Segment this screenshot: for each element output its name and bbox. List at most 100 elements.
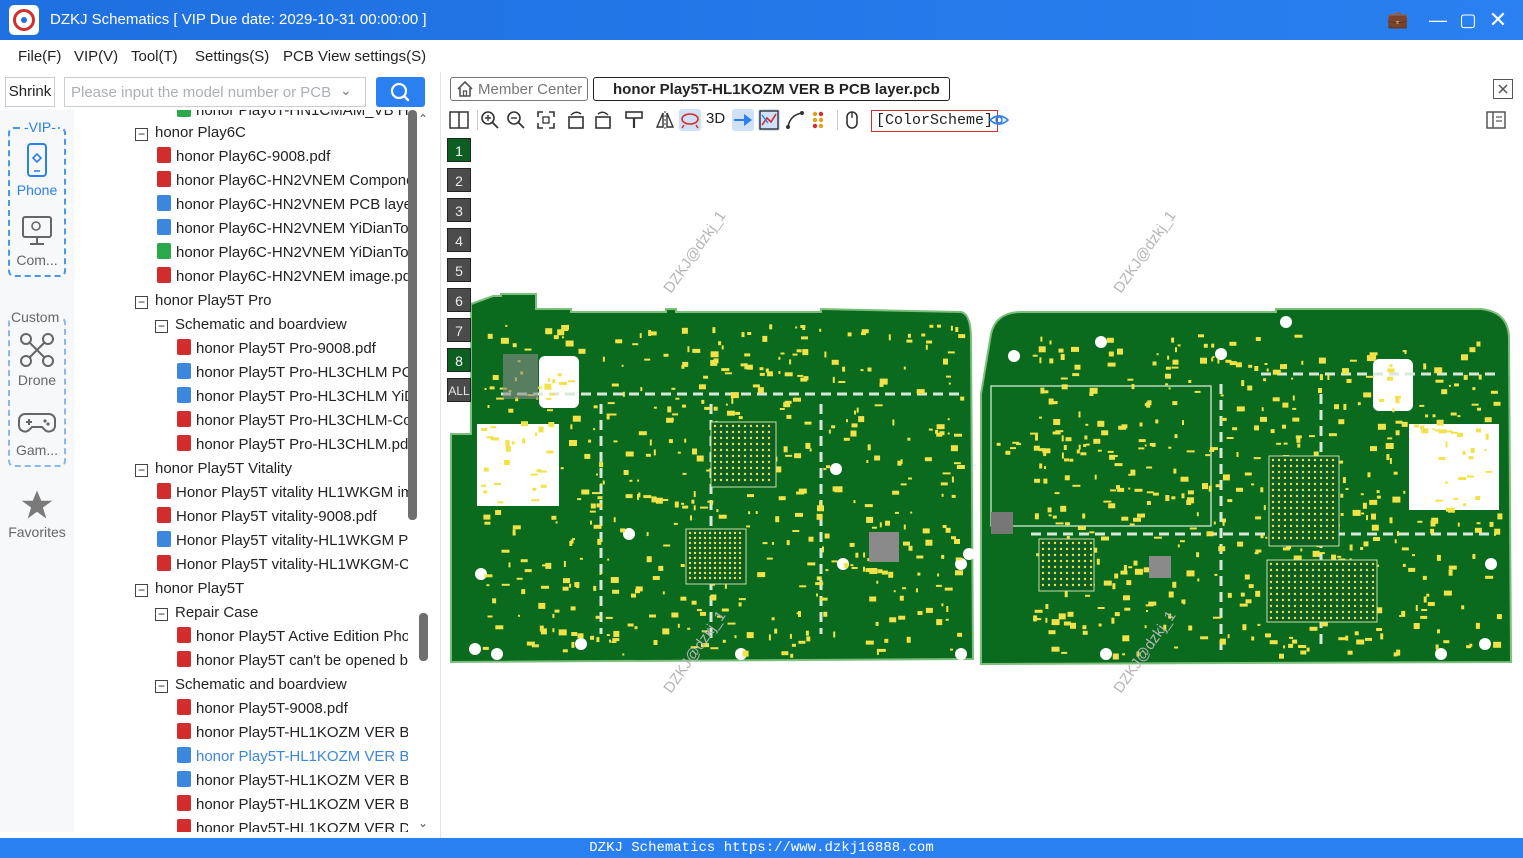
close-tabs-icon[interactable] bbox=[1493, 79, 1513, 99]
split-view-icon[interactable] bbox=[448, 109, 470, 131]
paint-brush-icon[interactable] bbox=[623, 109, 645, 131]
collapse-toggle-icon[interactable]: − bbox=[155, 680, 168, 693]
maximize-button[interactable]: ▢ bbox=[1456, 8, 1480, 32]
tree-file[interactable]: honor Play5T Pro-HL3CHLM PCB bbox=[177, 362, 408, 386]
collapse-toggle-icon[interactable]: − bbox=[155, 320, 168, 333]
category-favorites[interactable]: Favorites bbox=[4, 488, 70, 540]
tree-file[interactable]: honor Play5T-HL1KOZM VER B bbox=[177, 722, 408, 746]
tree-file[interactable]: honor Play6C-HN2VNEM Component bbox=[157, 170, 408, 194]
tree-folder[interactable]: − Schematic and boardview bbox=[155, 314, 347, 338]
fit-view-icon[interactable] bbox=[535, 109, 557, 131]
minimize-button[interactable]: — bbox=[1426, 8, 1450, 32]
tree-file[interactable]: honor Play5T Pro-HL3CHLM YiDian bbox=[177, 386, 408, 410]
layer-button-3[interactable]: 3 bbox=[447, 198, 471, 222]
zoom-in-icon[interactable] bbox=[479, 109, 501, 131]
menu-vip[interactable]: VIP(V) bbox=[74, 48, 118, 65]
menu-tool[interactable]: Tool(T) bbox=[131, 48, 178, 65]
tree-file[interactable]: honor Play6C-HN2VNEM YiDianTong bbox=[157, 218, 408, 242]
tree-folder[interactable]: − honor Play5T Pro bbox=[135, 290, 271, 314]
mirror-icon[interactable] bbox=[654, 109, 676, 131]
layer-button-1[interactable]: 1 bbox=[447, 138, 471, 162]
tree-folder[interactable]: − honor Play5T bbox=[135, 578, 244, 602]
dot-grid-icon[interactable] bbox=[810, 109, 832, 131]
tree-file[interactable]: honor Play5T-HL1KOZM VER B bbox=[177, 794, 408, 818]
search-button[interactable] bbox=[376, 77, 425, 107]
tree-file[interactable]: honor Play6C-HN2VNEM PCB layer bbox=[157, 194, 408, 218]
tree-folder[interactable]: − honor Play6C bbox=[135, 122, 246, 146]
layer-button-7[interactable]: 7 bbox=[447, 318, 471, 342]
tree-file[interactable]: honor Play5T-HL1KOZM VER B bbox=[177, 770, 408, 794]
menu-file[interactable]: File(F) bbox=[18, 48, 61, 65]
flip-board-icon[interactable] bbox=[679, 109, 701, 131]
category-computer[interactable]: Com... bbox=[8, 210, 66, 268]
layer-button-all[interactable]: ALL bbox=[447, 378, 471, 402]
category-phone[interactable]: Phone bbox=[8, 140, 66, 198]
menu-pcb-view-settings[interactable]: PCB View settings(S) bbox=[283, 48, 426, 65]
collapse-toggle-icon[interactable]: − bbox=[135, 296, 148, 309]
close-button[interactable]: ✕ bbox=[1486, 8, 1510, 32]
search-field[interactable]: ⌄ bbox=[64, 77, 366, 107]
tree-file[interactable]: honor Play6C-HN2VNEM YiDianTong bbox=[157, 242, 408, 266]
layer-button-4[interactable]: 4 bbox=[447, 228, 471, 252]
briefcase-icon[interactable]: 💼 bbox=[1386, 8, 1410, 32]
tree-file[interactable]: honor Play6C-9008.pdf bbox=[157, 146, 330, 170]
category-drone[interactable]: Drone bbox=[8, 330, 66, 388]
layer-button-6[interactable]: 6 bbox=[447, 288, 471, 312]
tree-file[interactable]: Honor Play5T vitality-HL1WKGM-Comp bbox=[157, 554, 408, 578]
bga-ball bbox=[725, 430, 729, 434]
pcb-pad bbox=[635, 586, 643, 592]
tab-pcb-file[interactable]: honor Play5T-HL1KOZM VER B PCB layer.pcb bbox=[593, 77, 950, 101]
tree-file[interactable]: Honor Play5T vitality-9008.pdf bbox=[157, 506, 377, 530]
tree-file[interactable]: honor Play5T can't be opened b bbox=[177, 650, 408, 674]
chevron-down-icon[interactable]: ⌄ bbox=[340, 82, 352, 99]
pcb-pad bbox=[785, 454, 793, 457]
tree-file[interactable]: honor Play5T-HL1KOZM VER B bbox=[177, 746, 408, 770]
3d-view-button[interactable]: 3D bbox=[706, 110, 725, 127]
layer-button-5[interactable]: 5 bbox=[447, 258, 471, 282]
rotate-right-icon[interactable] bbox=[592, 109, 614, 131]
bga-ball bbox=[1329, 616, 1333, 620]
color-scheme-button[interactable]: [ColorScheme] bbox=[871, 110, 999, 132]
tree-folder[interactable]: − Repair Case bbox=[155, 602, 258, 626]
rotate-left-icon[interactable] bbox=[565, 109, 587, 131]
scroll-up-arrow-icon[interactable]: ⌃ bbox=[418, 112, 428, 126]
tree-file[interactable]: honor Play5T-9008.pdf bbox=[177, 698, 348, 722]
bga-ball bbox=[1325, 524, 1329, 528]
mouse-icon[interactable] bbox=[841, 109, 863, 131]
measure-icon[interactable] bbox=[784, 109, 806, 131]
tree-file[interactable]: honor Play5T Active Edition Phone bbox=[177, 626, 408, 650]
tree-file[interactable]: honor Play6C-HN2VNEM image.pdf bbox=[157, 266, 408, 290]
tree-scrollbar[interactable] bbox=[408, 110, 417, 520]
side-panel-icon[interactable] bbox=[1485, 109, 1507, 131]
tree-file[interactable]: honor Play5T Pro-HL3CHLM.pdf bbox=[177, 434, 408, 458]
tab-member-center[interactable]: Member Center bbox=[450, 77, 588, 101]
tree-scrollbar-thumb[interactable] bbox=[419, 613, 428, 661]
tree-folder[interactable]: − Schematic and boardview bbox=[155, 674, 347, 698]
pcb-canvas[interactable]: DZKJ@dzkj_1 DZKJ@dzkj_1 DZKJ@dzkj_1 DZKJ@dz… bbox=[441, 134, 1523, 838]
tree-folder[interactable]: − honor Play5T Vitality bbox=[135, 458, 292, 482]
net-trace-icon[interactable] bbox=[758, 109, 780, 131]
scroll-down-arrow-icon[interactable]: ⌄ bbox=[418, 816, 428, 830]
menu-settings[interactable]: Settings(S) bbox=[195, 48, 269, 65]
tree-file[interactable]: honor Play5T Pro-9008.pdf bbox=[177, 338, 376, 362]
collapse-toggle-icon[interactable]: − bbox=[135, 128, 148, 141]
zoom-out-icon[interactable] bbox=[505, 109, 527, 131]
pcb-pad bbox=[1153, 536, 1162, 539]
pcb-pad bbox=[945, 618, 949, 621]
search-input[interactable] bbox=[71, 82, 331, 102]
tree-file[interactable]: Honor Play5T vitality HL1WKGM image bbox=[157, 482, 408, 506]
pin-highlight-icon[interactable] bbox=[732, 109, 754, 131]
collapse-toggle-icon[interactable]: − bbox=[135, 464, 148, 477]
tree-file[interactable]: honor Play5T-HL1KOZM VER D bbox=[177, 818, 408, 832]
tree-file[interactable]: honor Play5T Pro-HL3CHLM-Comp bbox=[177, 410, 408, 434]
category-game[interactable]: Gam... bbox=[8, 400, 66, 458]
pcb-pad bbox=[1222, 474, 1230, 481]
pcb-board-view[interactable]: DZKJ@dzkj_1 DZKJ@dzkj_1DZKJ@dzkj_1 DZKJ@dz… bbox=[441, 134, 1523, 838]
tree-file[interactable]: Honor Play5T vitality-HL1WKGM PCB bbox=[157, 530, 408, 554]
eye-icon[interactable] bbox=[988, 109, 1010, 131]
layer-button-8[interactable]: 8 bbox=[447, 348, 471, 372]
collapse-toggle-icon[interactable]: − bbox=[135, 584, 148, 597]
layer-button-2[interactable]: 2 bbox=[447, 168, 471, 192]
collapse-toggle-icon[interactable]: − bbox=[155, 608, 168, 621]
shrink-button[interactable]: Shrink bbox=[5, 77, 55, 107]
